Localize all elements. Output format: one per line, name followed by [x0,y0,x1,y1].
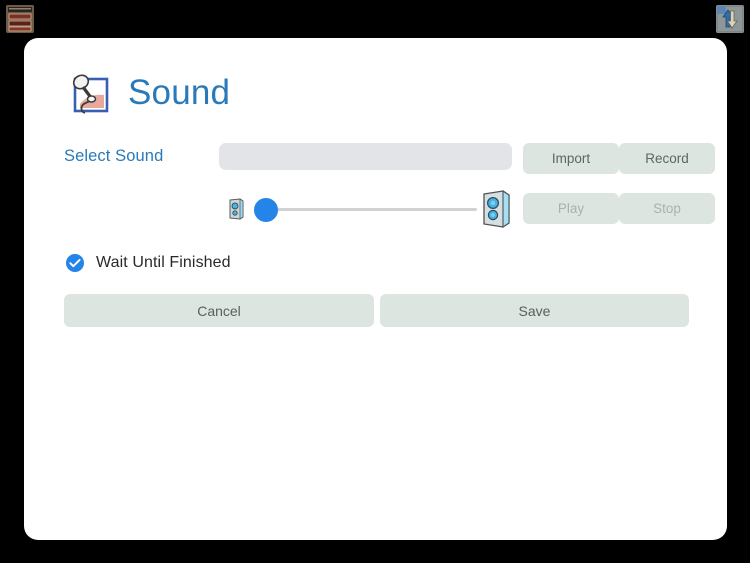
wait-until-finished-label: Wait Until Finished [96,254,231,271]
save-button[interactable]: Save [380,294,689,327]
sound-dialog-card: Sound Select Sound Import Record Play St… [24,38,727,540]
speaker-high-icon [483,190,510,228]
volume-slider-thumb[interactable] [254,198,278,222]
checkmark-icon [69,258,81,268]
up-down-arrows-glyph [716,5,744,33]
volume-slider-track[interactable] [257,208,477,211]
window-stack-icon[interactable] [6,5,34,33]
up-down-arrows-icon[interactable] [716,5,744,33]
import-button[interactable]: Import [523,143,619,174]
play-button[interactable]: Play [523,193,619,224]
select-sound-input[interactable] [219,143,512,170]
dialog-header: Sound [66,70,230,118]
page-title: Sound [128,73,231,112]
wait-until-finished-row[interactable]: Wait Until Finished [66,254,231,272]
speaker-low-icon [229,198,244,220]
select-sound-label: Select Sound [64,147,164,165]
record-button[interactable]: Record [619,143,715,174]
volume-slider-row [224,190,514,230]
stop-button[interactable]: Stop [619,193,715,224]
window-stack-glyph [6,5,34,33]
wait-until-finished-checkbox[interactable] [66,254,84,272]
cancel-button[interactable]: Cancel [64,294,374,327]
microphone-sound-icon [72,74,109,114]
